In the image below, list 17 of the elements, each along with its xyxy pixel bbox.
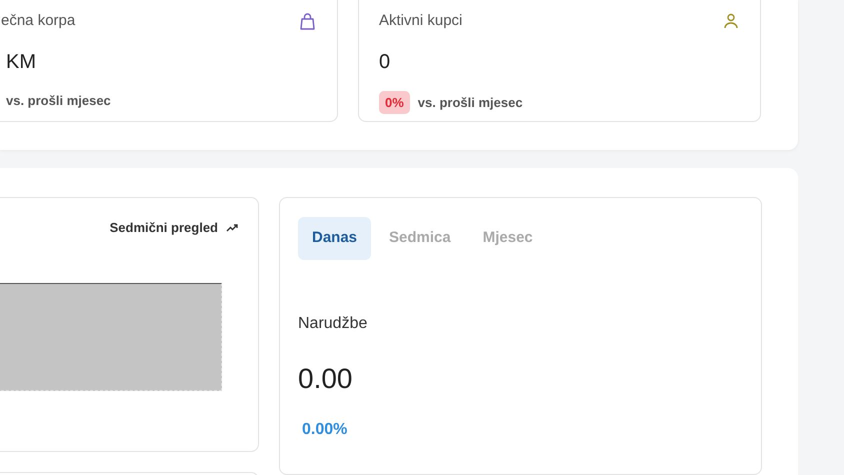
metric-label: Narudžbe [298,314,368,334]
shopping-bag-icon [300,12,315,30]
metric-value: 0.00 [298,362,354,396]
card-title: ečna korpa [1,11,76,31]
stat-value: KM [5,50,37,74]
card-title: Aktivni kupci [379,11,462,31]
tab[interactable]: Danas [298,217,372,260]
chart-title: Sedmični pregled [110,219,218,237]
comparison-text: vs. prošli mjesec [6,92,111,110]
tab[interactable]: Mjesec [468,217,547,260]
trending-up-icon [226,224,238,232]
change-value: 0.00% [302,420,348,440]
comparison-text: vs. prošli mjesec [418,94,523,112]
stat-value: 0 [379,50,392,74]
tab[interactable]: Sedmica [375,217,465,260]
change-badge: 0% [379,90,410,114]
person-icon [724,13,738,30]
